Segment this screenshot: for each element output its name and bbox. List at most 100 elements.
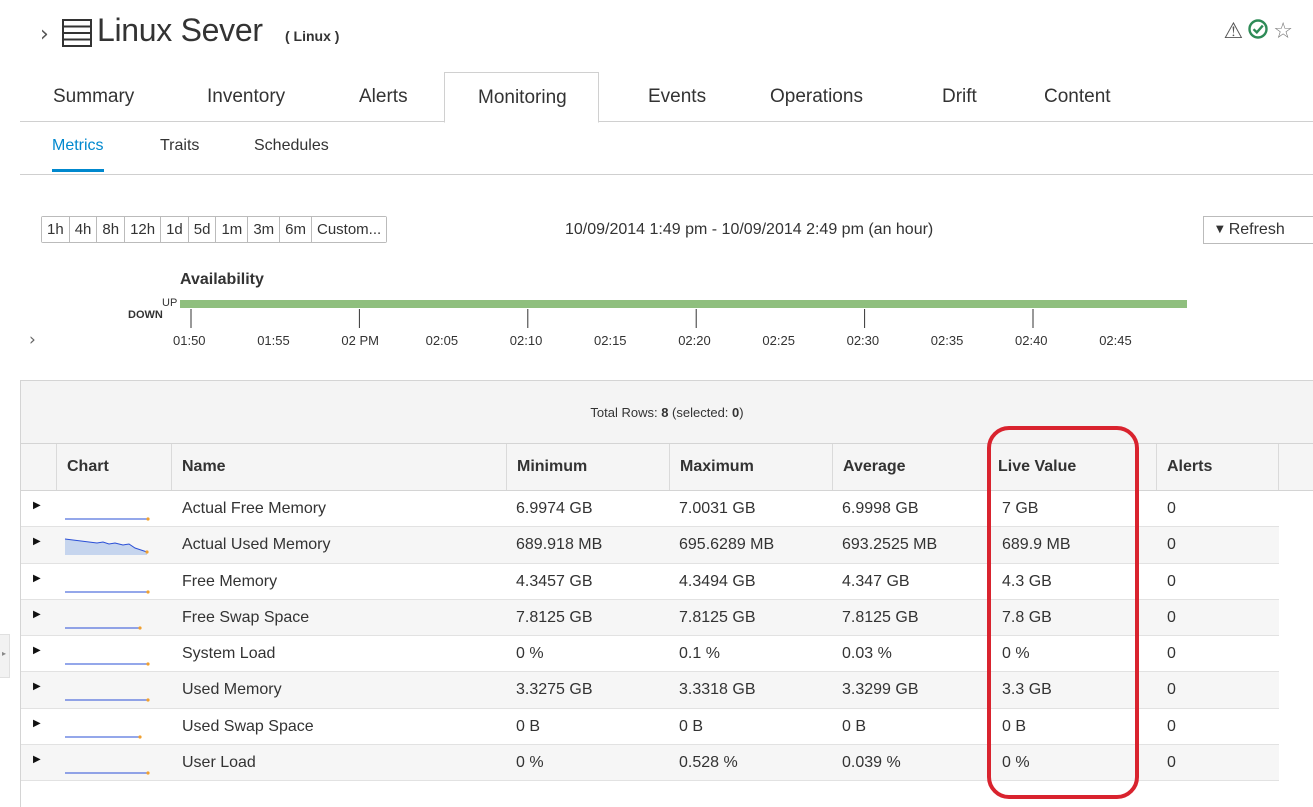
- range-1m-button[interactable]: 1m: [216, 217, 249, 242]
- average-cell: 6.9998 GB: [842, 500, 919, 517]
- table-row[interactable]: ▶ Actual Used Memory 689.918 MB 695.6289 MB…: [21, 527, 1279, 564]
- availability-down-label: DOWN: [128, 309, 163, 321]
- col-maximum[interactable]: Maximum: [669, 444, 833, 490]
- favorite-star-icon[interactable]: ☆: [1273, 20, 1293, 43]
- col-live-value[interactable]: Live Value: [987, 444, 1157, 490]
- metric-name-cell: User Load: [182, 754, 256, 772]
- row-expand-icon[interactable]: ▶: [33, 718, 41, 729]
- sparkline-end-point: [145, 550, 149, 554]
- maximum-cell: 0.528 %: [679, 754, 738, 772]
- tab-alerts[interactable]: Alerts: [359, 86, 408, 108]
- col-name[interactable]: Name: [171, 444, 507, 490]
- average-cell: 0.03 %: [842, 645, 892, 663]
- range-5d-button[interactable]: 5d: [188, 217, 217, 242]
- range-4h-button[interactable]: 4h: [69, 217, 98, 242]
- range-1h-button[interactable]: 1h: [42, 217, 70, 242]
- row-expand-icon[interactable]: ▶: [33, 754, 41, 765]
- range-3m-button[interactable]: 3m: [248, 217, 281, 242]
- table-row[interactable]: ▶ Free Swap Space 7.8125 GB 7.8125 GB 7.8125…: [21, 599, 1279, 637]
- header-status-icons: ⚠ ☆: [1224, 18, 1293, 45]
- sparkline-chart[interactable]: [63, 531, 153, 559]
- metric-name-cell: Free Swap Space: [182, 608, 310, 626]
- breadcrumb-chevron-icon[interactable]: ›: [40, 22, 49, 47]
- tab-events[interactable]: Events: [648, 86, 706, 108]
- col-average[interactable]: Average: [832, 444, 996, 490]
- row-expand-icon[interactable]: ▶: [33, 573, 41, 584]
- row-expand-icon[interactable]: ▶: [33, 681, 41, 692]
- subtab-traits[interactable]: Traits: [160, 137, 199, 155]
- col-spacer: [1278, 444, 1313, 490]
- minimum-cell: 3.3275 GB: [516, 681, 593, 699]
- minimum-cell: 689.918 MB: [516, 536, 603, 554]
- tab-drift[interactable]: Drift: [942, 86, 977, 108]
- range-custom-button[interactable]: Custom...: [312, 217, 387, 242]
- range-8h-button[interactable]: 8h: [97, 217, 126, 242]
- server-icon: [62, 19, 92, 47]
- caret-down-icon: ▼: [1216, 224, 1224, 235]
- axis-tick-label: 02:30: [846, 333, 880, 348]
- col-alerts[interactable]: Alerts: [1156, 444, 1279, 490]
- axis-tick-label: 02:35: [930, 333, 964, 348]
- range-12h-button[interactable]: 12h: [125, 217, 162, 242]
- available-check-icon: [1247, 18, 1269, 45]
- metric-name-cell: Free Memory: [182, 572, 278, 590]
- availability-title: Availability: [180, 271, 264, 288]
- row-expand-icon[interactable]: ▶: [33, 645, 41, 656]
- tab-monitoring[interactable]: Monitoring: [444, 72, 599, 123]
- live-value-cell: 0 %: [1002, 754, 1030, 772]
- range-6m-button[interactable]: 6m: [280, 217, 312, 242]
- table-row[interactable]: ▶ Used Memory 3.3275 GB 3.3318 GB 3.3299 GB 3…: [21, 672, 1279, 709]
- maximum-cell: 7.0031 GB: [679, 500, 756, 517]
- row-expand-icon[interactable]: ▶: [33, 536, 41, 547]
- sparkline-end-point: [138, 626, 142, 630]
- minimum-cell: 6.9974 GB: [516, 500, 593, 517]
- tab-summary[interactable]: Summary: [53, 86, 134, 108]
- selected-close: ): [739, 405, 744, 420]
- selected-label: (selected:: [668, 405, 733, 420]
- tab-content[interactable]: Content: [1044, 86, 1111, 108]
- sparkline-chart[interactable]: [63, 640, 153, 668]
- maximum-cell: 0 B: [679, 717, 704, 735]
- sparkline-chart[interactable]: [63, 676, 153, 704]
- left-panel-handle[interactable]: ▸: [0, 634, 10, 678]
- row-expand-icon[interactable]: ▶: [33, 609, 41, 620]
- col-chart[interactable]: Chart: [56, 444, 179, 490]
- grid-summary: Total Rows: 8 (selected: 0): [21, 381, 1313, 444]
- sparkline-chart[interactable]: [63, 604, 153, 632]
- metric-name-cell: Used Memory: [182, 681, 282, 699]
- average-cell: 4.347 GB: [842, 572, 910, 590]
- col-minimum[interactable]: Minimum: [506, 444, 670, 490]
- alerts-cell: 0: [1167, 536, 1176, 554]
- row-expand-icon[interactable]: ▶: [33, 500, 41, 511]
- average-cell: 7.8125 GB: [842, 608, 919, 626]
- subtab-schedules[interactable]: Schedules: [254, 137, 329, 155]
- live-value-cell: 0 %: [1002, 645, 1030, 663]
- expand-chevron-icon[interactable]: ›: [29, 330, 36, 350]
- warning-icon[interactable]: ⚠: [1224, 20, 1244, 43]
- grid-body: ▶ Actual Free Memory 6.9974 GB 7.0031 GB 6.9…: [21, 491, 1279, 782]
- total-rows-label: Total Rows:: [590, 405, 662, 420]
- table-row[interactable]: ▶ Free Memory 4.3457 GB 4.3494 GB 4.347 GB 4.…: [21, 563, 1279, 600]
- axis-tick-label: 02 PM: [341, 333, 379, 348]
- sparkline-chart[interactable]: [63, 495, 153, 523]
- sparkline-end-point: [146, 771, 150, 775]
- sparkline-chart[interactable]: [63, 713, 153, 741]
- subtab-metrics[interactable]: Metrics: [52, 137, 104, 172]
- sparkline-end-point: [138, 735, 142, 739]
- axis-tick-label: 02:05: [425, 333, 459, 348]
- sparkline-area: [65, 539, 147, 556]
- metric-name-cell: System Load: [182, 645, 276, 663]
- alerts-cell: 0: [1167, 754, 1176, 772]
- table-row[interactable]: ▶ Actual Free Memory 6.9974 GB 7.0031 GB 6.9…: [21, 491, 1279, 528]
- tab-inventory[interactable]: Inventory: [207, 86, 285, 108]
- metrics-grid: Total Rows: 8 (selected: 0) Chart Name M…: [20, 380, 1313, 807]
- range-1d-button[interactable]: 1d: [161, 217, 189, 242]
- sparkline-chart[interactable]: [63, 568, 153, 596]
- table-row[interactable]: ▶ System Load 0 % 0.1 % 0.03 % 0 % 0: [21, 636, 1279, 673]
- table-row[interactable]: ▶ Used Swap Space 0 B 0 B 0 B 0 B 0: [21, 708, 1279, 746]
- tab-operations[interactable]: Operations: [770, 86, 863, 108]
- table-row[interactable]: ▶ User Load 0 % 0.528 % 0.039 % 0 % 0: [21, 745, 1279, 782]
- maximum-cell: 3.3318 GB: [679, 681, 756, 699]
- refresh-button[interactable]: ▼ Refresh: [1203, 216, 1313, 244]
- sparkline-chart[interactable]: [63, 749, 153, 777]
